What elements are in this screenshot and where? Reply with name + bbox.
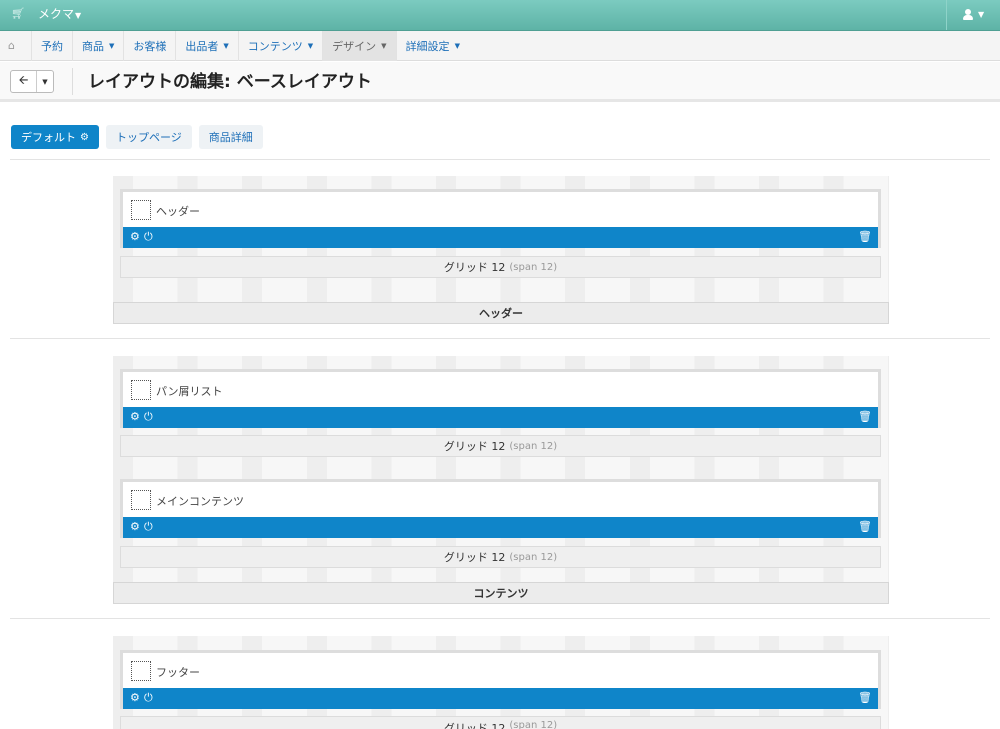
gear-icon[interactable]: ⚙ (80, 132, 89, 143)
block-name: パン屑リスト (156, 385, 223, 398)
caret-down-icon: ▼ (42, 77, 48, 86)
grid-label-bar[interactable]: グリッド 12 (span 12) (120, 716, 881, 729)
block-placeholder-icon (131, 490, 151, 510)
brand-label: メクマ (38, 7, 75, 21)
block-name: ヘッダー (156, 205, 200, 218)
divider (10, 338, 990, 339)
caret-down-icon: ▼ (978, 10, 985, 19)
page-title: レイアウトの編集: ベースレイアウト (88, 72, 372, 92)
caret-down-icon: ▼ (307, 42, 314, 50)
power-icon[interactable]: ⏻ (144, 231, 153, 243)
cart-icon[interactable]: 🛒︎ (11, 8, 25, 20)
user-icon (963, 9, 973, 20)
block-name: フッター (156, 666, 200, 679)
back-button[interactable]: 🡨 (11, 71, 37, 92)
power-icon[interactable]: ⏻ (144, 411, 153, 423)
user-menu[interactable]: ▼ (946, 0, 1000, 30)
nav-item-sellers[interactable]: 出品者 ▼ (175, 31, 237, 61)
caret-down-icon: ▼ (75, 11, 82, 20)
back-button-group: 🡨 ▼ (10, 70, 54, 93)
block-toolbar: ⚙ ⏻ 🗑︎ (123, 227, 878, 248)
caret-down-icon: ▼ (381, 42, 387, 50)
nav-item-products[interactable]: 商品 ▼ (72, 31, 123, 61)
block-breadcrumb[interactable]: パン屑リスト ⚙ ⏻ 🗑︎ (120, 369, 881, 428)
trash-icon[interactable]: 🗑︎ (858, 692, 872, 704)
nav-item-contents[interactable]: コンテンツ ▼ (237, 31, 322, 61)
gear-icon[interactable]: ⚙ (130, 411, 140, 423)
tab-default[interactable]: デフォルト ⚙ (11, 125, 99, 149)
caret-down-icon: ▼ (454, 42, 460, 50)
trash-icon[interactable]: 🗑︎ (858, 521, 872, 533)
block-placeholder-icon (131, 200, 151, 220)
block-footer[interactable]: フッター ⚙ ⏻ 🗑︎ (120, 650, 881, 709)
block-name: メインコンテンツ (156, 495, 244, 508)
caret-down-icon: ▼ (109, 42, 115, 50)
back-dropdown-button[interactable]: ▼ (37, 71, 53, 92)
nav-item-customers[interactable]: お客様 (123, 31, 175, 61)
gear-icon[interactable]: ⚙ (130, 692, 140, 704)
top-bar: 🛒︎ メクマ▼ ▼ (0, 0, 1000, 31)
nav-item-design[interactable]: デザイン ▼ (322, 31, 396, 61)
caret-down-icon: ▼ (223, 42, 229, 50)
trash-icon[interactable]: 🗑︎ (858, 411, 872, 423)
tab-top-page[interactable]: トップページ (105, 125, 192, 149)
main-nav: ⌂ 予約 商品 ▼ お客様 出品者 ▼ コンテンツ ▼ デザイン ▼ 詳細設定 ▼ (0, 31, 1000, 61)
grid-label-bar[interactable]: グリッド 12 (span 12) (120, 256, 881, 278)
block-toolbar: ⚙ ⏻ 🗑︎ (123, 407, 878, 428)
section-label: コンテンツ (113, 582, 889, 604)
block-header[interactable]: ヘッダー ⚙ ⏻ 🗑︎ (120, 189, 881, 248)
block-placeholder-icon (131, 661, 151, 681)
block-toolbar: ⚙ ⏻ 🗑︎ (123, 688, 878, 709)
divider (10, 159, 990, 160)
title-bar: 🡨 ▼ レイアウトの編集: ベースレイアウト (0, 62, 1000, 102)
trash-icon[interactable]: 🗑︎ (858, 231, 872, 243)
nav-item-reservation[interactable]: 予約 (31, 31, 72, 61)
grid-label-bar[interactable]: グリッド 12 (span 12) (120, 435, 881, 457)
gear-icon[interactable]: ⚙ (130, 521, 140, 533)
gear-icon[interactable]: ⚙ (130, 231, 140, 243)
block-toolbar: ⚙ ⏻ 🗑︎ (123, 517, 878, 538)
power-icon[interactable]: ⏻ (144, 521, 153, 533)
layout-tabs: デフォルト ⚙ トップページ 商品詳細 (11, 125, 263, 149)
home-icon[interactable]: ⌂ (8, 40, 21, 52)
block-main-contents[interactable]: メインコンテンツ ⚙ ⏻ 🗑︎ (120, 479, 881, 538)
arrow-left-icon: 🡨 (18, 73, 29, 87)
brand-menu[interactable]: メクマ▼ (38, 7, 81, 23)
nav-item-settings[interactable]: 詳細設定 ▼ (395, 31, 469, 61)
section-label: ヘッダー (113, 302, 889, 324)
grid-label-bar[interactable]: グリッド 12 (span 12) (120, 546, 881, 568)
block-placeholder-icon (131, 380, 151, 400)
tab-product-detail[interactable]: 商品詳細 (198, 125, 263, 149)
divider (10, 618, 990, 619)
power-icon[interactable]: ⏻ (144, 692, 153, 704)
divider (72, 68, 73, 95)
